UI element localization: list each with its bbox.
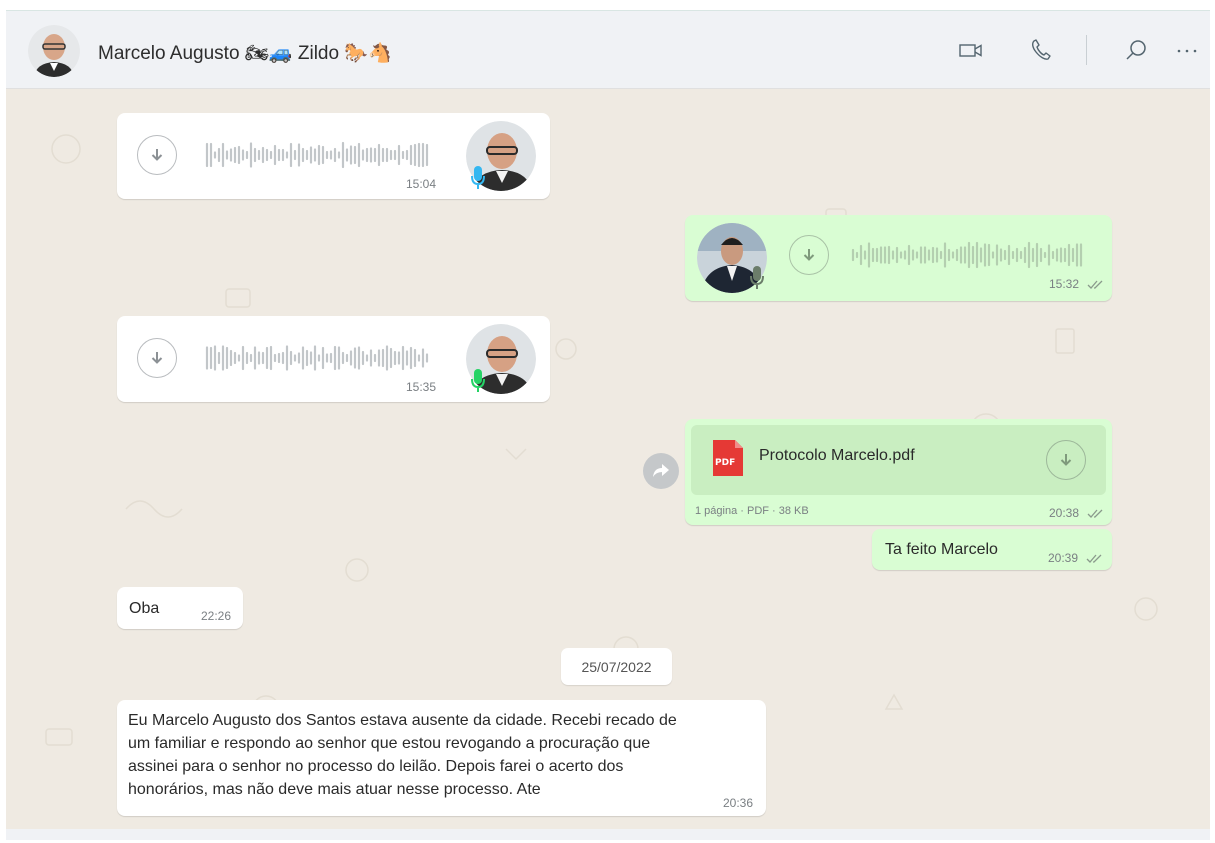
message-time: 20:38 xyxy=(1049,506,1080,520)
search-icon[interactable] xyxy=(1124,37,1150,63)
read-ticks-icon xyxy=(1086,554,1102,563)
pdf-badge: PDF xyxy=(715,458,736,468)
read-ticks-icon xyxy=(1087,509,1103,518)
video-call-icon[interactable] xyxy=(958,37,984,63)
document-message[interactable]: PDF Protocolo Marcelo.pdf 1 página · PDF… xyxy=(685,419,1112,525)
message-line: assinei para o senhor no processo do lei… xyxy=(128,758,624,775)
audio-waveform[interactable] xyxy=(205,342,435,374)
audio-message[interactable]: 15:32 xyxy=(685,215,1112,301)
chat-panel[interactable]: 15:04 15:32 15:35 PDF Protocolo Marcelo.… xyxy=(6,89,1210,829)
contact-name[interactable]: Marcelo Augusto 🏍🚙 Zildo 🐎🐴 xyxy=(98,41,392,65)
download-arrow-icon xyxy=(803,249,815,261)
message-time: 15:04 xyxy=(406,177,437,191)
message-line: honorários, mas não deve mais atuar ness… xyxy=(128,781,541,798)
message-line: um familiar e respondo ao senhor que est… xyxy=(128,735,651,752)
download-button[interactable] xyxy=(789,235,829,275)
forward-button[interactable] xyxy=(643,453,679,489)
composer-bar[interactable] xyxy=(6,829,1210,840)
audio-waveform[interactable] xyxy=(205,139,435,171)
header-divider xyxy=(1086,35,1087,65)
file-name[interactable]: Protocolo Marcelo.pdf xyxy=(759,447,915,465)
message-time: 15:35 xyxy=(406,380,437,394)
message-text: Oba xyxy=(129,600,160,617)
download-arrow-icon xyxy=(151,352,163,364)
download-button[interactable] xyxy=(1046,440,1086,480)
download-button[interactable] xyxy=(137,338,177,378)
message-time: 22:26 xyxy=(201,609,232,623)
download-arrow-icon xyxy=(151,149,163,161)
download-arrow-icon xyxy=(1060,454,1072,466)
text-message[interactable]: Oba 22:26 xyxy=(117,587,243,629)
message-text: Ta feito Marcelo xyxy=(885,541,998,558)
forward-arrow-icon xyxy=(653,464,669,477)
voice-call-icon[interactable] xyxy=(1028,37,1054,63)
read-ticks-icon xyxy=(1087,280,1103,289)
microphone-icon xyxy=(471,369,485,392)
message-time: 20:36 xyxy=(723,796,754,810)
file-meta: 1 página · PDF · 38 KB xyxy=(695,505,809,517)
microphone-icon xyxy=(750,266,764,289)
message-time: 15:32 xyxy=(1049,277,1080,291)
audio-waveform[interactable] xyxy=(851,239,1091,271)
date-separator: 25/07/2022 xyxy=(561,648,672,685)
contact-avatar[interactable] xyxy=(28,25,80,77)
menu-icon[interactable] xyxy=(1174,37,1200,63)
microphone-icon xyxy=(471,166,485,189)
whatsapp-window: Marcelo Augusto 🏍🚙 Zildo 🐎🐴 15:04 15:32 … xyxy=(6,10,1210,840)
audio-message[interactable]: 15:04 xyxy=(117,113,550,199)
audio-message[interactable]: 15:35 xyxy=(117,316,550,402)
text-message[interactable]: Ta feito Marcelo 20:39 xyxy=(872,529,1112,570)
chat-header: Marcelo Augusto 🏍🚙 Zildo 🐎🐴 xyxy=(6,11,1210,89)
text-message[interactable]: Eu Marcelo Augusto dos Santos estava aus… xyxy=(117,700,766,816)
message-line: Eu Marcelo Augusto dos Santos estava aus… xyxy=(128,712,677,729)
document-card[interactable]: PDF Protocolo Marcelo.pdf xyxy=(691,425,1106,495)
download-button[interactable] xyxy=(137,135,177,175)
message-time: 20:39 xyxy=(1048,551,1079,565)
